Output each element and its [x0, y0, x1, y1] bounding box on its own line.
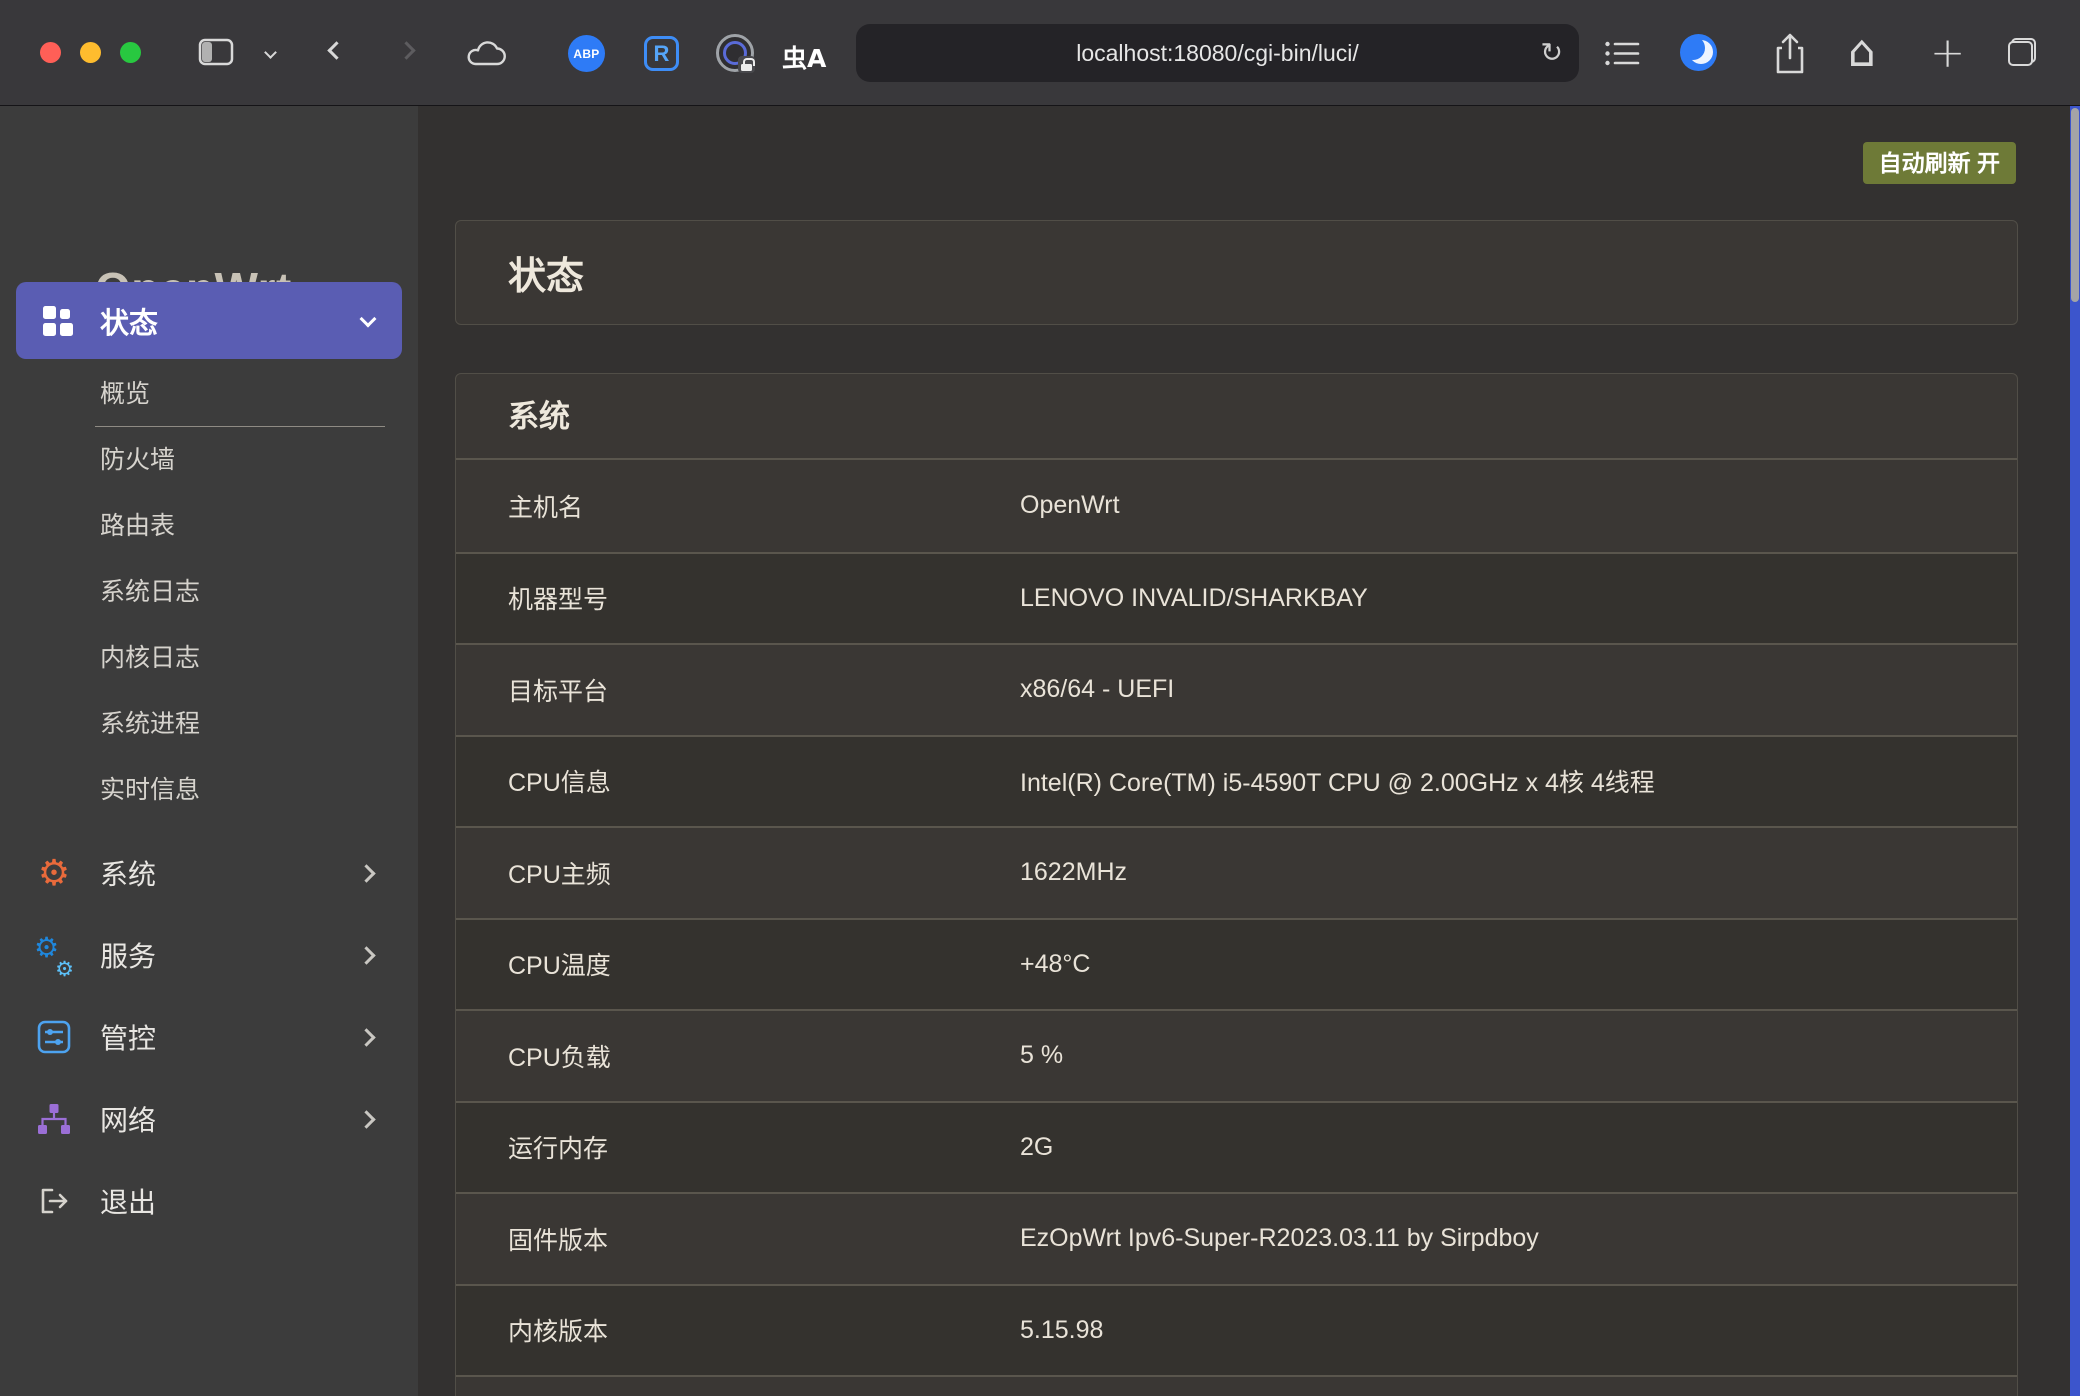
- row-value: 2G: [1020, 1133, 2017, 1162]
- row-label: 固件版本: [456, 1221, 1020, 1257]
- sidebar-item-system[interactable]: ⚙ 系统: [0, 832, 418, 914]
- submenu-item-kernel-log[interactable]: 内核日志: [95, 625, 385, 691]
- back-button[interactable]: [330, 44, 343, 57]
- row-value: 5 %: [1020, 1041, 2017, 1070]
- chevron-right-icon: [357, 946, 375, 964]
- row-value: +48°C: [1020, 950, 2017, 979]
- page-scrollbar-track: [2070, 106, 2080, 1396]
- gears-icon: ⚙⚙: [34, 935, 74, 975]
- system-table: 主机名 OpenWrt 机器型号 LENOVO INVALID/SHARKBAY…: [456, 460, 2017, 1396]
- dashboard-grid-icon: [43, 306, 73, 336]
- sidebar-item-control[interactable]: 管控: [0, 996, 418, 1078]
- minimize-window-button[interactable]: [80, 42, 101, 63]
- table-row: CPU信息 Intel(R) Core(TM) i5-4590T CPU @ 2…: [456, 735, 2017, 827]
- row-label: CPU温度: [456, 946, 1020, 982]
- r-badge: R: [644, 36, 679, 71]
- chevron-right-icon: [357, 1028, 375, 1046]
- row-label: 运行内存: [456, 1129, 1020, 1165]
- forward-button[interactable]: [400, 44, 413, 57]
- dark-mode-extension-icon[interactable]: [1680, 34, 1717, 71]
- home-button[interactable]: ⌂: [1848, 26, 1876, 77]
- row-value: 5.15.98: [1020, 1316, 2017, 1345]
- row-label: CPU主频: [456, 855, 1020, 891]
- safari-window: ABP R 虫A localhost:18080/cgi-bin/luci/ ↻: [0, 0, 2080, 1396]
- table-row: 主机名 OpenWrt: [456, 460, 2017, 552]
- submenu-item-realtime[interactable]: 实时信息: [95, 757, 385, 823]
- new-tab-button[interactable]: +: [1930, 28, 1965, 77]
- privacy-extension-icon[interactable]: [716, 34, 754, 72]
- table-row: 内核版本 5.15.98: [456, 1284, 2017, 1376]
- sidebar-item-status[interactable]: 状态: [16, 282, 402, 359]
- system-card: 系统 主机名 OpenWrt 机器型号 LENOVO INVALID/SHARK…: [455, 373, 2018, 1396]
- chevron-right-icon: [357, 864, 375, 882]
- row-label: CPU信息: [456, 763, 1020, 799]
- reader-list-icon[interactable]: [1604, 40, 1640, 67]
- tab-overview-button[interactable]: [2008, 38, 2036, 66]
- page-scrollbar-thumb[interactable]: [2071, 108, 2079, 302]
- sidebar-toggle-button[interactable]: [198, 38, 234, 66]
- table-row: CPU温度 +48°C: [456, 918, 2017, 1010]
- adblock-badge: ABP: [568, 35, 605, 72]
- icloud-tabs-icon[interactable]: [466, 40, 508, 68]
- close-window-button[interactable]: [40, 42, 61, 63]
- sidebar-item-logout[interactable]: 退出: [0, 1160, 418, 1242]
- sidebar-item-label: 状态: [100, 300, 158, 342]
- table-row-partial: [456, 1375, 2017, 1396]
- table-row: 机器型号 LENOVO INVALID/SHARKBAY: [456, 552, 2017, 644]
- padlock-icon: [738, 56, 755, 73]
- section-title: 系统: [456, 374, 2017, 460]
- table-row: CPU主频 1622MHz: [456, 826, 2017, 918]
- row-label: 目标平台: [456, 672, 1020, 708]
- network-icon: [34, 1099, 74, 1139]
- chevron-down-icon: [360, 310, 377, 327]
- row-label: 主机名: [456, 488, 1020, 524]
- sidebar-item-network[interactable]: 网络: [0, 1078, 418, 1160]
- submenu-item-routes[interactable]: 路由表: [95, 493, 385, 559]
- submenu-item-system-log[interactable]: 系统日志: [95, 559, 385, 625]
- row-label: 机器型号: [456, 580, 1020, 616]
- moon-icon: [1680, 34, 1717, 71]
- page-title: 状态: [508, 245, 584, 300]
- adblock-extension-icon[interactable]: ABP: [568, 35, 605, 72]
- lock-circle-icon: [716, 34, 754, 72]
- main-content: 自动刷新 开 状态 系统 主机名 OpenWrt 机器型号 LENOVO INV…: [418, 106, 2080, 1396]
- share-button[interactable]: [1772, 32, 1808, 76]
- sidebar-groups: ⚙ 系统 ⚙⚙ 服务: [0, 832, 418, 1242]
- table-row: 固件版本 EzOpWrt Ipv6-Super-R2023.03.11 by S…: [456, 1192, 2017, 1284]
- gear-icon: ⚙: [34, 853, 74, 893]
- table-row: CPU负载 5 %: [456, 1009, 2017, 1101]
- sliders-icon: [34, 1017, 74, 1057]
- address-bar[interactable]: localhost:18080/cgi-bin/luci/ ↻: [856, 24, 1579, 82]
- submenu-item-processes[interactable]: 系统进程: [95, 691, 385, 757]
- submenu-item-overview[interactable]: 概览: [95, 361, 385, 427]
- row-value: EzOpWrt Ipv6-Super-R2023.03.11 by Sirpdb…: [1020, 1224, 2017, 1253]
- status-submenu: 概览 防火墙 路由表 系统日志 内核日志 系统进程 实时信息: [0, 361, 418, 823]
- reload-icon[interactable]: ↻: [1540, 38, 1563, 69]
- table-row: 目标平台 x86/64 - UEFI: [456, 643, 2017, 735]
- row-label: CPU负载: [456, 1038, 1020, 1074]
- row-value: Intel(R) Core(TM) i5-4590T CPU @ 2.00GHz…: [1020, 763, 2017, 799]
- r-extension-icon[interactable]: R: [644, 36, 679, 71]
- row-value: x86/64 - UEFI: [1020, 675, 2017, 704]
- translate-extension-icon[interactable]: 虫A: [782, 39, 826, 75]
- logout-icon: [34, 1181, 74, 1221]
- table-row: 运行内存 2G: [456, 1101, 2017, 1193]
- page-title-card: 状态: [455, 220, 2018, 325]
- browser-toolbar: ABP R 虫A localhost:18080/cgi-bin/luci/ ↻: [0, 0, 2080, 106]
- sidebar: OpenWrt 状态 概览 防火墙 路由表 系统日志 内核日志 系统进程 实时信…: [0, 106, 418, 1396]
- sidebar-item-services[interactable]: ⚙⚙ 服务: [0, 914, 418, 996]
- row-value: OpenWrt: [1020, 491, 2017, 520]
- auto-refresh-toggle[interactable]: 自动刷新 开: [1863, 142, 2016, 184]
- chevron-right-icon: [357, 1110, 375, 1128]
- row-value: LENOVO INVALID/SHARKBAY: [1020, 584, 2017, 613]
- zoom-window-button[interactable]: [120, 42, 141, 63]
- row-label: 内核版本: [456, 1312, 1020, 1348]
- tabs-icon: [2008, 38, 2036, 66]
- submenu-item-firewall[interactable]: 防火墙: [95, 427, 385, 493]
- address-bar-url: localhost:18080/cgi-bin/luci/: [1076, 40, 1359, 67]
- sidebar-menu-chevron[interactable]: [266, 48, 275, 57]
- row-value: 1622MHz: [1020, 858, 2017, 887]
